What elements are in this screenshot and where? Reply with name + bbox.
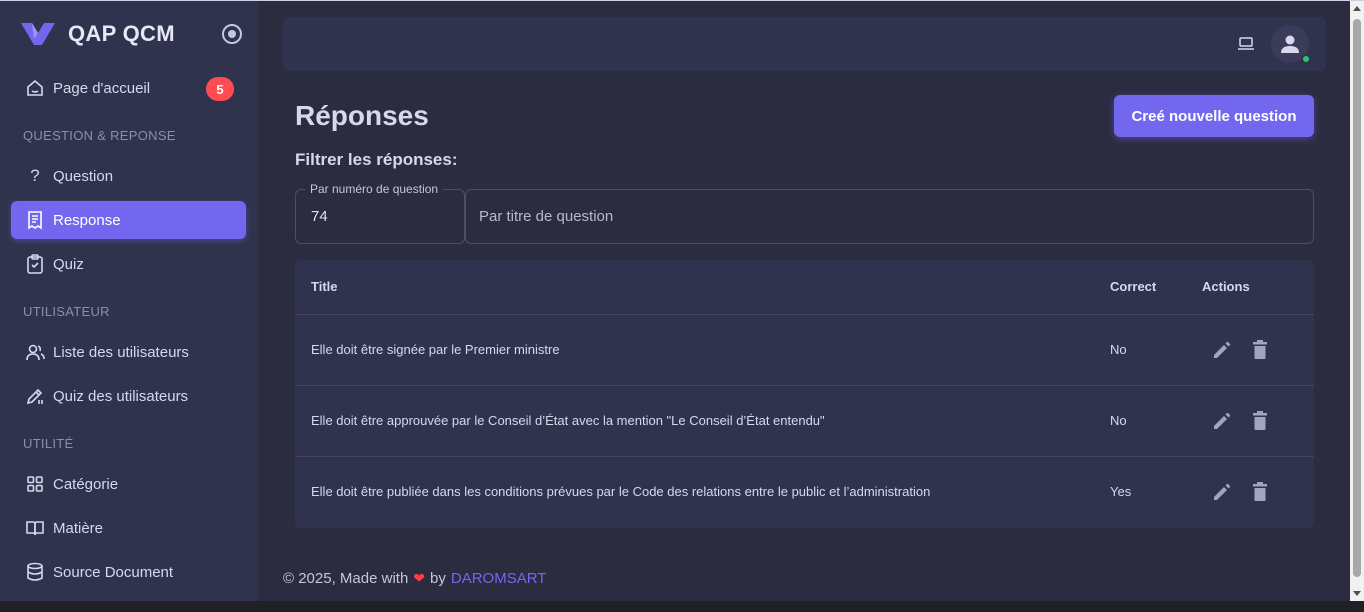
- column-header-actions: Actions: [1202, 279, 1250, 294]
- app-title: QAP QCM: [68, 21, 175, 46]
- sidebar-item-label: Response: [53, 211, 121, 229]
- sidebar-item-users-quiz[interactable]: Quiz des utilisateurs: [11, 377, 246, 415]
- online-status-dot: [1301, 54, 1311, 64]
- book-icon: [25, 518, 45, 538]
- table-row: Elle doit être approuvée par le Conseil …: [295, 385, 1314, 456]
- sidebar-item-category[interactable]: Catégorie: [11, 465, 246, 503]
- filter-label: Filtrer les réponses:: [295, 150, 458, 169]
- user-icon: [1281, 35, 1299, 53]
- laptop-icon[interactable]: [1237, 36, 1255, 57]
- clipboard-check-icon: [25, 254, 45, 274]
- sidebar-item-label: Matière: [53, 519, 104, 537]
- delete-icon[interactable]: [1250, 339, 1270, 366]
- scroll-up-arrow-icon[interactable]: [1353, 6, 1361, 11]
- brand[interactable]: QAP QCM: [20, 21, 175, 47]
- sidebar-item-source[interactable]: Source Document: [11, 553, 246, 591]
- pencil-icon: [25, 386, 45, 406]
- delete-icon[interactable]: [1250, 481, 1270, 508]
- home-icon: [25, 78, 45, 98]
- sidebar-item-label: Catégorie: [53, 475, 119, 493]
- create-question-button[interactable]: Creé nouvelle question: [1114, 95, 1314, 137]
- page-scrollbar[interactable]: [1350, 1, 1364, 601]
- responses-table: Title Correct Actions Elle doit être sig…: [295, 260, 1314, 528]
- cell-correct: No: [1110, 413, 1127, 428]
- sidebar-item-label: Quiz des utilisateurs: [53, 387, 189, 405]
- column-header-title[interactable]: Title: [311, 279, 338, 294]
- question-title-field[interactable]: Par titre de question: [465, 189, 1314, 244]
- edit-icon[interactable]: [1211, 410, 1233, 437]
- scroll-down-arrow-icon[interactable]: [1353, 591, 1361, 596]
- footer: © 2025, Made with ❤ by DAROMSART: [283, 570, 546, 587]
- sidebar-toggle-icon[interactable]: [222, 24, 242, 44]
- heart-icon: ❤: [413, 570, 426, 586]
- cell-title: Elle doit être approuvée par le Conseil …: [311, 413, 825, 428]
- os-taskbar: [0, 601, 1364, 612]
- notification-badge: 5: [206, 77, 234, 101]
- question-mark-icon: ?: [30, 166, 40, 185]
- sidebar-item-label: Source Document: [53, 563, 174, 581]
- column-header-correct[interactable]: Correct: [1110, 279, 1156, 294]
- sidebar-item-response[interactable]: Response: [11, 201, 246, 239]
- edit-icon[interactable]: [1211, 481, 1233, 508]
- question-number-value[interactable]: 74: [311, 208, 328, 225]
- sidebar-item-home[interactable]: Page d'accueil 5: [11, 69, 246, 107]
- sidebar-item-label: Question: [53, 167, 114, 185]
- delete-icon[interactable]: [1250, 410, 1270, 437]
- sidebar: QAP QCM Page d'accueil 5 QUESTION & REPO…: [0, 1, 258, 601]
- avatar[interactable]: [1271, 25, 1311, 64]
- top-navbar: [283, 17, 1326, 71]
- table-row: Elle doit être signée par le Premier min…: [295, 314, 1314, 385]
- sidebar-item-label: Quiz: [53, 255, 84, 273]
- scroll-thumb[interactable]: [1353, 19, 1361, 577]
- edit-icon[interactable]: [1211, 339, 1233, 366]
- section-title-util: UTILITÉ: [23, 436, 74, 451]
- cell-correct: Yes: [1110, 484, 1132, 499]
- database-icon: [25, 562, 45, 582]
- footer-author-link[interactable]: DAROMSART: [451, 570, 547, 587]
- question-title-placeholder[interactable]: Par titre de question: [479, 208, 613, 225]
- footer-copyright: © 2025, Made with: [283, 570, 409, 587]
- sidebar-item-subject[interactable]: Matière: [11, 509, 246, 547]
- grid-icon: [25, 474, 45, 494]
- sidebar-item-users-list[interactable]: Liste des utilisateurs: [11, 333, 246, 371]
- footer-by: by: [430, 570, 446, 587]
- section-title-qa: QUESTION & REPONSE: [23, 128, 176, 143]
- receipt-icon: [25, 210, 45, 230]
- question-number-label: Par numéro de question: [305, 182, 444, 196]
- question-number-field[interactable]: Par numéro de question 74: [295, 182, 465, 244]
- logo-icon: [21, 23, 55, 45]
- sidebar-item-label: Liste des utilisateurs: [53, 343, 189, 361]
- cell-title: Elle doit être publiée dans les conditio…: [311, 484, 931, 499]
- cell-correct: No: [1110, 342, 1127, 357]
- sidebar-item-quiz[interactable]: Quiz: [11, 245, 246, 283]
- users-icon: [25, 342, 45, 362]
- sidebar-item-question[interactable]: ? Question: [11, 157, 246, 195]
- section-title-user: UTILISATEUR: [23, 304, 110, 319]
- cell-title: Elle doit être signée par le Premier min…: [311, 342, 560, 357]
- page-title: Réponses: [295, 100, 429, 131]
- sidebar-item-label: Page d'accueil: [53, 79, 151, 97]
- table-row: Elle doit être publiée dans les conditio…: [295, 456, 1314, 527]
